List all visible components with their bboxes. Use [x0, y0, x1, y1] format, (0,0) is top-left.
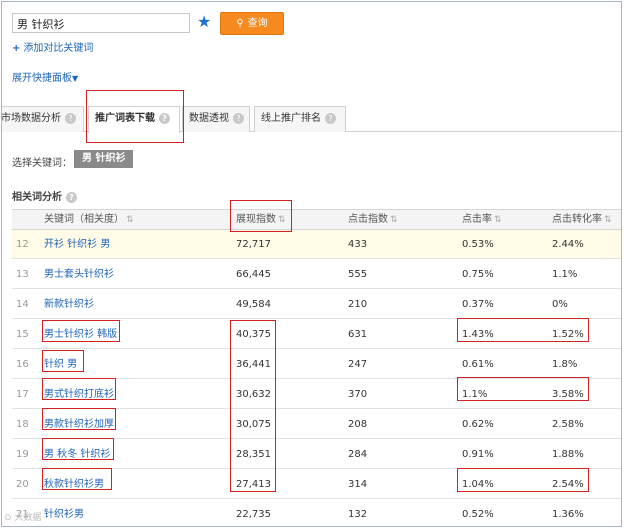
row-index: 20 [16, 479, 29, 490]
watermark: ⊙ 大数据 [4, 513, 42, 523]
keyword-link[interactable]: 新款针织衫 [44, 290, 94, 319]
help-icon[interactable]: ? [66, 191, 77, 203]
ctr-value: 0.91% [462, 449, 494, 460]
ctr-value: 0.37% [462, 299, 494, 310]
row-index: 13 [16, 269, 29, 280]
clicks-value: 284 [348, 449, 368, 460]
app-frame: 男 针织衫 ★ ⚲ 查询 + 添加对比关键词 展开快捷面板▼ 市场数据分析? 推广词… [1, 1, 622, 527]
clicks-value: 370 [348, 389, 368, 400]
clicks-value: 314 [348, 479, 368, 490]
keyword-link[interactable]: 开衫 针织衫 男 [44, 230, 110, 259]
cvr-value: 2.44% [552, 239, 584, 250]
ctr-value: 0.61% [462, 359, 494, 370]
clicks-value: 132 [348, 509, 368, 520]
clicks-value: 208 [348, 419, 368, 430]
query-button-label: 查询 [247, 18, 268, 29]
caret-down-icon: ▼ [72, 74, 79, 83]
clicks-value: 433 [348, 239, 368, 250]
cvr-value: 1.8% [552, 359, 578, 370]
search-icon: ⚲ [236, 18, 244, 29]
expand-panel-label: 展开快捷面板 [12, 73, 72, 84]
highlight-box [42, 378, 116, 400]
col-header-cvr[interactable]: 点击转化率 ⇅ [548, 210, 621, 230]
highlight-box [86, 90, 184, 143]
star-icon[interactable]: ★ [197, 13, 211, 31]
ctr-value: 0.75% [462, 269, 494, 280]
tab-label: 数据透视 [189, 113, 229, 124]
highlight-box [42, 320, 120, 342]
highlight-box [42, 468, 112, 490]
sort-icon: ⇅ [126, 215, 134, 225]
sort-icon: ⇅ [604, 215, 612, 225]
cvr-value: 2.58% [552, 419, 584, 430]
highlight-box [230, 320, 276, 492]
select-keyword-label: 选择关键词： [12, 158, 72, 169]
impressions-value: 49,584 [236, 299, 271, 310]
tab-market-analysis[interactable]: 市场数据分析? [1, 106, 84, 132]
clicks-value: 555 [348, 269, 368, 280]
row-index: 17 [16, 389, 29, 400]
help-icon[interactable]: ? [65, 112, 76, 124]
impressions-value: 72,717 [236, 239, 271, 250]
tab-label: 线上推广排名 [261, 113, 321, 124]
tab-online-ranking[interactable]: 线上推广排名? [254, 106, 346, 132]
col-header-clicks[interactable]: 点击指数 ⇅ [344, 210, 458, 230]
ctr-value: 0.53% [462, 239, 494, 250]
row-index: 16 [16, 359, 29, 370]
help-icon[interactable]: ? [325, 112, 336, 124]
section-title-text: 相关词分析 [12, 192, 62, 203]
keyword-link[interactable]: 针织衫男 [44, 500, 84, 526]
highlight-box [457, 318, 589, 342]
add-compare-link[interactable]: + 添加对比关键词 [12, 39, 93, 54]
cvr-value: 0% [552, 299, 568, 310]
keyword-table: 关键词（相关度） ⇅ 展现指数 ⇅ 点击指数 ⇅ 点击率 ⇅ 点击转化率 ⇅ 12 开衫 针… [12, 209, 621, 520]
row-index: 15 [16, 329, 29, 340]
highlight-box [42, 438, 114, 460]
help-icon[interactable]: ? [233, 112, 244, 124]
table-row: 16 针织 男 36,441 247 0.61% 1.8% [12, 350, 621, 379]
clicks-value: 210 [348, 299, 368, 310]
tab-label: 市场数据分析 [1, 113, 61, 124]
cvr-value: 1.36% [552, 509, 584, 520]
keyword-link[interactable]: 男士套头针织衫 [44, 260, 114, 289]
highlight-box [230, 200, 292, 232]
highlight-box [457, 468, 589, 492]
highlight-box [42, 350, 84, 372]
row-index: 14 [16, 299, 29, 310]
plus-icon: + [12, 43, 21, 54]
expand-panel-link[interactable]: 展开快捷面板▼ [12, 69, 78, 84]
ctr-value: 0.62% [462, 419, 494, 430]
col-header-ctr[interactable]: 点击率 ⇅ [458, 210, 548, 230]
clicks-value: 247 [348, 359, 368, 370]
sort-icon: ⇅ [494, 215, 502, 225]
search-input[interactable]: 男 针织衫 [12, 13, 190, 33]
table-row: 21 针织衫男 22,735 132 0.52% 1.36% [12, 500, 621, 526]
impressions-value: 66,445 [236, 269, 271, 280]
cvr-value: 1.88% [552, 449, 584, 460]
cvr-value: 1.1% [552, 269, 578, 280]
table-row: 12 开衫 针织衫 男 72,717 433 0.53% 2.44% [12, 230, 621, 259]
selected-keyword-chip[interactable]: 男 针织衫 [74, 150, 134, 168]
impressions-value: 22,735 [236, 509, 271, 520]
row-index: 18 [16, 419, 29, 430]
highlight-box [42, 408, 116, 430]
query-button[interactable]: ⚲ 查询 [220, 12, 284, 35]
row-index: 19 [16, 449, 29, 460]
tab-data-pivot[interactable]: 数据透视? [182, 106, 250, 132]
ctr-value: 0.52% [462, 509, 494, 520]
add-compare-label: 添加对比关键词 [23, 43, 94, 54]
row-index: 12 [16, 239, 29, 250]
highlight-box [457, 377, 589, 401]
table-row: 13 男士套头针织衫 66,445 555 0.75% 1.1% [12, 260, 621, 289]
sort-icon: ⇅ [390, 215, 398, 225]
col-header-keyword[interactable]: 关键词（相关度） ⇅ [12, 210, 232, 230]
table-row: 14 新款针织衫 49,584 210 0.37% 0% [12, 290, 621, 319]
clicks-value: 631 [348, 329, 368, 340]
section-title: 相关词分析? [12, 188, 77, 203]
